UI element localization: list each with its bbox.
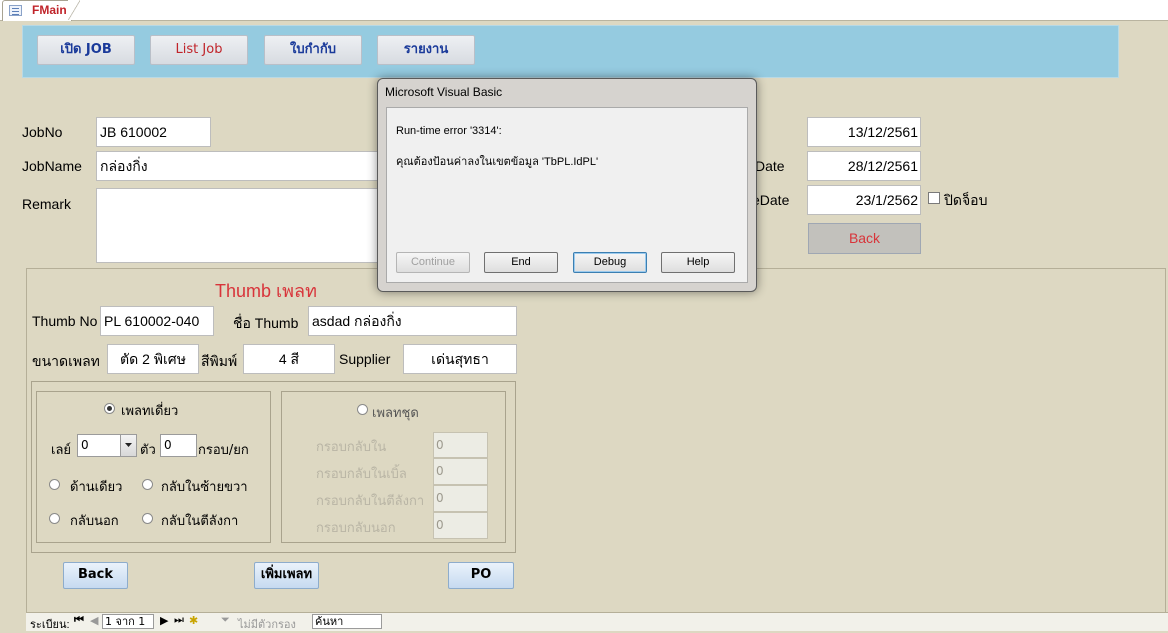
- print-color-label: สีพิมพ์: [201, 353, 238, 369]
- jobno-field[interactable]: JB 610002: [96, 117, 211, 147]
- job-back-button[interactable]: Back: [808, 223, 921, 254]
- set-row-field[interactable]: 0: [433, 485, 488, 512]
- dialog-error-line: Run-time error '3314':: [396, 125, 502, 137]
- add-plate-button[interactable]: เพิ่มเพลท: [254, 562, 319, 589]
- dialog-message: คุณต้องป้อนค่าลงในเขตข้อมูล 'TbPL.IdPL': [396, 156, 599, 168]
- set-row-label: กรอบกลับในตีลังกา: [316, 494, 425, 509]
- set-row-field[interactable]: 0: [433, 512, 488, 539]
- one-side-radio[interactable]: [49, 479, 60, 490]
- lay-select[interactable]: 0: [77, 434, 137, 457]
- open-job-button[interactable]: เปิด JOB: [37, 35, 135, 65]
- record-label: ระเบียน:: [30, 619, 70, 631]
- document-tab-strip: [0, 0, 1168, 21]
- previous-record-icon[interactable]: ◀: [90, 614, 98, 627]
- chevron-down-icon[interactable]: [120, 435, 136, 456]
- report-button[interactable]: รายงาน: [377, 35, 475, 65]
- supplier-field[interactable]: เด่นสุทธา: [403, 344, 517, 374]
- dialog-title: Microsoft Visual Basic: [385, 85, 503, 99]
- help-button[interactable]: Help: [661, 252, 735, 273]
- tua-label: ตัว: [140, 443, 156, 458]
- print-color-field[interactable]: 4 สี: [243, 344, 335, 374]
- flip-lr-label: กลับในซ้ายขวา: [161, 480, 248, 495]
- thumbname-field[interactable]: asdad กล่องกิ่ง: [308, 306, 517, 336]
- continue-button[interactable]: Continue: [396, 252, 470, 273]
- plate-size-field[interactable]: ตัด 2 พิเศษ: [107, 344, 199, 374]
- record-position-field[interactable]: 1 จาก 1: [102, 614, 154, 629]
- thumbno-label: Thumb No: [32, 313, 98, 329]
- tab-fmain[interactable]: FMain: [2, 0, 72, 21]
- lay-label: เลย์: [51, 443, 72, 458]
- first-record-icon[interactable]: ⏮: [74, 614, 84, 627]
- due-date-field[interactable]: 28/12/2561: [807, 151, 921, 181]
- flip-tumble-radio[interactable]: [142, 513, 153, 524]
- set-row-field[interactable]: 0: [433, 458, 488, 485]
- close-date-field[interactable]: 23/1/2562: [807, 185, 921, 215]
- due-date-label: Date: [755, 158, 785, 174]
- thumbname-label: ชื่อ Thumb: [233, 315, 299, 331]
- invoice-button[interactable]: ใบกำกับ: [264, 35, 362, 65]
- form-icon: [9, 5, 22, 16]
- search-input[interactable]: ค้นหา: [312, 614, 382, 629]
- remark-label: Remark: [22, 196, 72, 212]
- jobname-label: JobName: [22, 158, 82, 174]
- tab-label: FMain: [32, 3, 67, 17]
- set-row-label: กรอบกลับในเบิ้ล: [316, 467, 407, 482]
- filter-icon[interactable]: ⏷: [221, 614, 230, 627]
- debug-button[interactable]: Debug: [573, 252, 647, 273]
- lay-select-value: 0: [81, 438, 89, 452]
- set-row-label: กรอบกลับนอก: [316, 521, 396, 536]
- end-button[interactable]: End: [484, 252, 558, 273]
- last-record-icon[interactable]: ⏭: [174, 614, 184, 627]
- flip-out-radio[interactable]: [49, 513, 60, 524]
- flip-tumble-label: กลับในตีลังกา: [161, 514, 239, 529]
- one-side-label: ด้านเดียว: [70, 480, 123, 495]
- krob-per-yok-label: กรอบ/ยก: [198, 443, 249, 458]
- job-date-field[interactable]: 13/12/2561: [807, 117, 921, 147]
- next-record-icon[interactable]: ▶: [160, 614, 168, 627]
- close-job-checkbox[interactable]: [928, 192, 940, 204]
- supplier-label: Supplier: [339, 351, 391, 367]
- thumb-section-title: Thumb เพลท: [215, 281, 317, 301]
- error-dialog: Microsoft Visual Basic Run-time error '3…: [377, 78, 757, 292]
- remark-field[interactable]: [96, 188, 386, 263]
- tab-edge: [68, 0, 80, 20]
- single-plate-radio[interactable]: [104, 403, 115, 414]
- list-job-button[interactable]: List Job: [150, 35, 248, 65]
- flip-out-label: กลับนอก: [70, 514, 119, 529]
- filter-label[interactable]: ไม่มีตัวกรอง: [238, 615, 296, 633]
- plate-size-label: ขนาดเพลท: [32, 353, 100, 369]
- back-button[interactable]: Back: [63, 562, 128, 589]
- new-record-icon[interactable]: ✱: [189, 614, 198, 627]
- set-plate-label: เพลทชุด: [372, 406, 419, 421]
- set-row-field[interactable]: 0: [433, 432, 488, 458]
- set-row-label: กรอบกลับใน: [316, 440, 387, 455]
- close-job-label: ปิดจ็อบ: [944, 192, 988, 208]
- flip-lr-radio[interactable]: [142, 479, 153, 490]
- jobname-field[interactable]: กล่องกิ่ง: [96, 151, 386, 181]
- jobno-label: JobNo: [22, 124, 63, 140]
- close-date-label: eDate: [752, 192, 790, 208]
- thumbno-field[interactable]: PL 610002-040: [100, 306, 214, 336]
- record-navigator: ระเบียน: ⏮ ◀ 1 จาก 1 ▶ ⏭ ✱ ⏷ ไม่มีตัวกรอ…: [26, 612, 1168, 631]
- tua-field[interactable]: 0: [160, 434, 197, 457]
- po-button[interactable]: PO: [448, 562, 514, 589]
- single-plate-label: เพลทเดี่ยว: [121, 404, 179, 419]
- set-plate-radio[interactable]: [357, 404, 368, 415]
